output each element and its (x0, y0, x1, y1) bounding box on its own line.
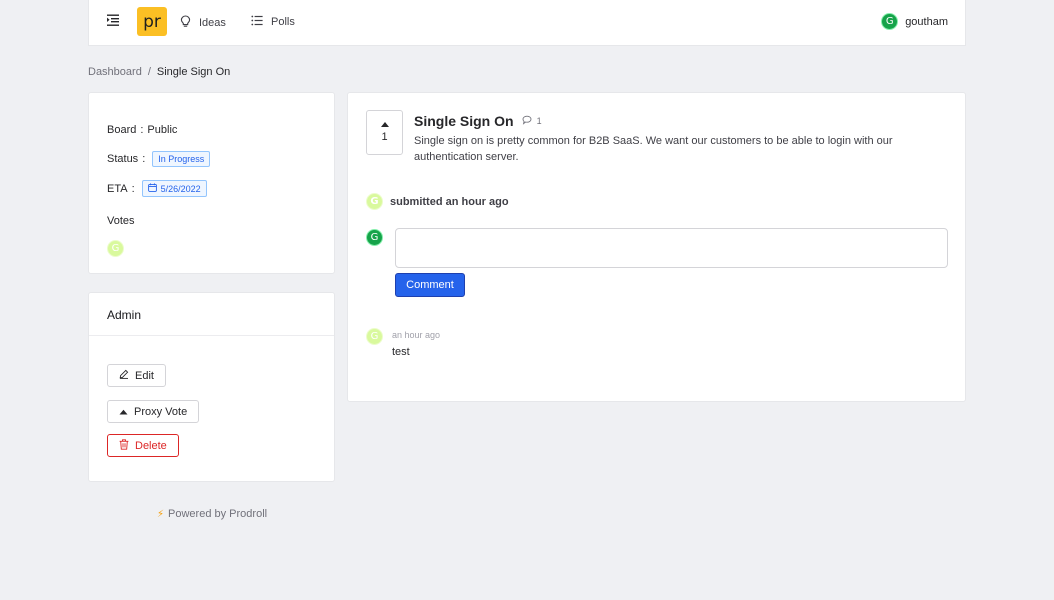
top-navbar: pr Ideas Polls G goutham (88, 0, 966, 46)
voter-list: G (107, 240, 124, 257)
eta-label: ETA (107, 182, 128, 195)
proxy-vote-label: Proxy Vote (134, 405, 188, 418)
eta-row: ETA: 5/26/2022 (107, 180, 207, 197)
pencil-icon (119, 369, 129, 382)
nav-item-polls[interactable]: Polls (251, 15, 295, 29)
caret-up-icon (380, 122, 389, 127)
post-title: Single Sign On (414, 113, 514, 129)
breadcrumb-current: Single Sign On (156, 66, 231, 78)
avatar: G (366, 229, 383, 246)
powered-by-label[interactable]: Powered by Prodroll (168, 508, 267, 520)
admin-heading: Admin (107, 308, 142, 322)
comment-item: G an hour ago test (366, 328, 440, 358)
board-label: Board (107, 124, 137, 136)
delete-label: Delete (135, 439, 167, 452)
status-label: Status (107, 153, 139, 165)
comment-button[interactable]: Comment (395, 273, 465, 297)
eta-value: 5/26/2022 (160, 183, 201, 194)
comment-count: 1 (522, 115, 542, 127)
board-row: Board: Public (107, 124, 178, 136)
comment-timestamp: an hour ago (392, 330, 441, 340)
avatar: G (366, 193, 383, 210)
status-row: Status: In Progress (107, 151, 211, 167)
breadcrumb: Dashboard / Single Sign On (88, 66, 230, 78)
powered-by-footer: ⚡ Powered by Prodroll (157, 508, 267, 520)
divider (89, 335, 334, 336)
breadcrumb-separator: / (147, 66, 151, 78)
delete-button[interactable]: Delete (107, 434, 179, 457)
submitted-info: G submitted an hour ago (366, 193, 509, 210)
menu-toggle-icon[interactable] (106, 13, 120, 27)
nav-item-ideas[interactable]: Ideas (180, 15, 226, 31)
votes-heading: Votes (107, 215, 135, 227)
chat-bubble-icon (522, 115, 532, 127)
upvote-button[interactable]: 1 (366, 110, 403, 155)
nav-ideas-label: Ideas (199, 17, 226, 29)
avatar: G (366, 328, 383, 345)
avatar: G (881, 13, 899, 30)
vote-count: 1 (381, 131, 388, 143)
board-value: Public (147, 124, 178, 136)
admin-card: Admin Edit Proxy Vote Delete (88, 292, 335, 482)
trash-icon (119, 438, 129, 453)
post-detail-card: 1 Single Sign On 1 Single sign on is pre… (347, 92, 966, 402)
edit-label: Edit (135, 369, 154, 382)
calendar-icon (147, 183, 157, 194)
user-name: goutham (905, 15, 948, 28)
post-info-card: Board: Public Status: In Progress ETA: 5… (88, 92, 335, 274)
edit-button[interactable]: Edit (107, 364, 166, 387)
lightning-icon: ⚡ (157, 508, 165, 520)
breadcrumb-dashboard-link[interactable]: Dashboard (88, 66, 142, 78)
eta-badge: 5/26/2022 (141, 180, 207, 197)
comment-input[interactable] (395, 228, 948, 268)
comment-text: test (392, 346, 410, 358)
nav-polls-label: Polls (271, 16, 295, 28)
submitted-text: submitted an hour ago (390, 195, 509, 208)
caret-up-icon (119, 406, 128, 418)
post-title-row: Single Sign On 1 (414, 113, 542, 129)
comment-count-value: 1 (536, 116, 542, 126)
list-icon (251, 15, 263, 29)
lightbulb-icon (180, 15, 191, 31)
proxy-vote-button[interactable]: Proxy Vote (107, 400, 200, 423)
post-description: Single sign on is pretty common for B2B … (414, 135, 893, 163)
avatar[interactable]: G (107, 240, 124, 257)
user-menu[interactable]: G goutham (881, 13, 948, 30)
app-logo[interactable]: pr (137, 7, 167, 36)
status-badge: In Progress (152, 151, 211, 167)
